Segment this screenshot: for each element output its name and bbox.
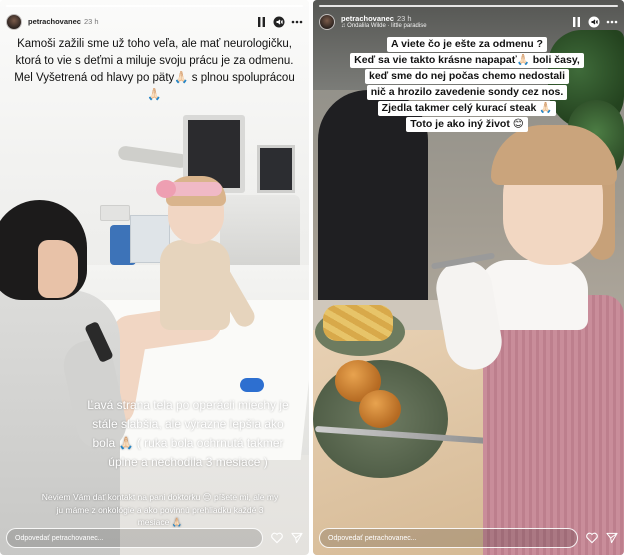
story-progress-bar [319, 5, 618, 7]
caption-middle: Ľavá strana tela po operácii miechy je s… [87, 398, 289, 469]
story-header: petrachovanec 23 h [0, 9, 309, 35]
headband-bow [156, 180, 176, 198]
caption-line: Zjedla takmer celý kurací steak 🙏🏻 [377, 101, 557, 116]
caption-top: Kamoši zažili sme už toho veľa, ale mať … [14, 38, 295, 101]
reply-input[interactable]: Odpovedať petrachovanec... [6, 528, 263, 548]
story-footer: Odpovedať petrachovanec... [313, 525, 624, 551]
pause-icon[interactable] [255, 16, 267, 28]
caption-box: A viete čo je ešte za odmenu ? Keď sa vi… [327, 37, 607, 132]
story-progress-bar [6, 5, 303, 7]
volume-muted-icon[interactable] [273, 16, 285, 28]
caption-line: Keď sa vie takto krásne napapať🙏🏻 boli č… [350, 53, 584, 68]
story-left[interactable]: petrachovanec 23 h Kamoši zažili sme už t… [0, 0, 309, 555]
wall-outlet [100, 205, 130, 221]
send-icon[interactable] [291, 532, 303, 544]
more-icon[interactable] [606, 16, 618, 28]
post-time: 23 h [83, 16, 99, 26]
fries [323, 305, 393, 341]
story-right[interactable]: petrachovanec 23 h ♫ Ondalila Wilde · lit… [313, 0, 624, 555]
pause-icon[interactable] [570, 16, 582, 28]
doctor-face [38, 240, 78, 298]
more-icon[interactable] [291, 16, 303, 28]
caption-line: keď sme do nej počas chemo nedostali [364, 69, 570, 84]
story-footer: Odpovedať petrachovanec... [0, 525, 309, 551]
croquette [359, 390, 401, 428]
child-sweater [483, 295, 624, 555]
story-header: petrachovanec 23 h ♫ Ondalila Wilde · lit… [313, 9, 624, 35]
caption-line: nič a hrozilo zavedenie sondy cez nos. [366, 85, 568, 100]
send-icon[interactable] [606, 532, 618, 544]
toy [240, 378, 264, 392]
reply-placeholder: Odpovedať petrachovanec... [15, 534, 104, 542]
reply-input[interactable]: Odpovedať petrachovanec... [319, 528, 578, 548]
post-time: 23 h [396, 13, 412, 23]
username[interactable]: petrachovanec 23 h [28, 16, 99, 26]
heart-icon[interactable] [271, 532, 283, 544]
caption-line: Toto je ako iný život 😊 [406, 117, 528, 132]
music-label[interactable]: ♫ Ondalila Wilde · little paradise [341, 23, 427, 30]
avatar[interactable] [319, 14, 335, 30]
heart-icon[interactable] [586, 532, 598, 544]
reply-placeholder: Odpovedať petrachovanec... [328, 534, 417, 542]
caption-bottom: Neviem Vám dať kontakt na pani doktorku … [41, 492, 279, 527]
username[interactable]: petrachovanec 23 h [341, 13, 427, 23]
second-monitor [257, 145, 295, 193]
caption-line: A viete čo je ešte za odmenu ? [387, 37, 547, 52]
volume-muted-icon[interactable] [588, 16, 600, 28]
avatar[interactable] [6, 14, 22, 30]
